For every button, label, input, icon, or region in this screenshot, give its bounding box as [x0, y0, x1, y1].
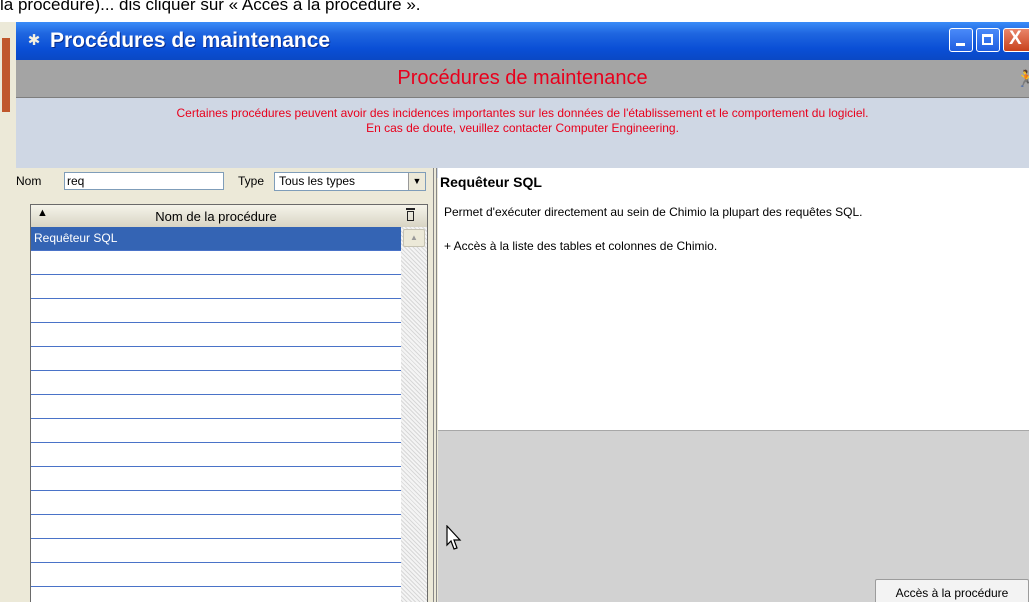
- maintenance-window: ✱ Procédures de maintenance X Procédures…: [16, 22, 1029, 602]
- detail-extra: + Accès à la liste des tables et colonne…: [444, 239, 718, 253]
- table-row[interactable]: [31, 515, 401, 539]
- nom-label: Nom: [16, 174, 42, 188]
- table-row[interactable]: [31, 467, 401, 491]
- warning-line-1: Certaines procédures peuvent avoir des i…: [176, 106, 869, 120]
- type-label: Type: [238, 174, 265, 188]
- nom-search-input[interactable]: [64, 172, 224, 190]
- table-row[interactable]: [31, 371, 401, 395]
- table-row[interactable]: [31, 563, 401, 587]
- pane-splitter[interactable]: [433, 168, 437, 602]
- type-select[interactable]: Tous les types ▼: [274, 172, 426, 191]
- document-caption: la procédure)... dis cliquer sur « Accès…: [0, 0, 421, 14]
- maximize-button[interactable]: [976, 28, 1000, 52]
- warning-line-2: En cas de doute, veuillez contacter Comp…: [366, 121, 679, 135]
- minimize-button[interactable]: [949, 28, 973, 52]
- running-man-icon: 🏃: [1016, 71, 1029, 88]
- type-select-value: Tous les types: [279, 174, 356, 188]
- detail-title: Requêteur SQL: [440, 174, 542, 190]
- table-row[interactable]: [31, 491, 401, 515]
- trash-icon[interactable]: [404, 207, 418, 223]
- table-row[interactable]: [31, 443, 401, 467]
- mouse-pointer-icon: [446, 525, 462, 550]
- vertical-scrollbar[interactable]: ▲: [401, 227, 427, 602]
- close-icon: X: [1009, 28, 1022, 49]
- gear-icon: ✱: [27, 32, 41, 49]
- column-header-nom[interactable]: Nom de la procédure: [31, 209, 401, 224]
- close-button[interactable]: X: [1003, 28, 1029, 52]
- window-title: Procédures de maintenance: [50, 29, 331, 52]
- procedure-rows: Requêteur SQL: [31, 227, 401, 602]
- header-band: Procédures de maintenance 🏃: [16, 60, 1029, 98]
- table-row[interactable]: [31, 299, 401, 323]
- page-title: Procédures de maintenance: [397, 67, 648, 89]
- warning-banner: Certaines procédures peuvent avoir des i…: [16, 98, 1029, 178]
- table-row[interactable]: [31, 395, 401, 419]
- procedure-list-pane: Nom Type Tous les types ▼ ▲ Nom de la pr…: [16, 168, 433, 602]
- table-row[interactable]: [31, 347, 401, 371]
- background-window-edge: [0, 22, 17, 602]
- action-panel: Accès à la procédure: [438, 430, 1029, 602]
- procedure-detail: Requêteur SQL Permet d'exécuter directem…: [438, 168, 1029, 430]
- table-row[interactable]: Requêteur SQL: [31, 227, 401, 251]
- scroll-up-icon[interactable]: ▲: [403, 229, 425, 247]
- table-row[interactable]: [31, 251, 401, 275]
- procedure-grid: ▲ Nom de la procédure Requêteur SQL ▲: [30, 204, 428, 602]
- chevron-down-icon[interactable]: ▼: [408, 173, 425, 190]
- acces-procedure-button[interactable]: Accès à la procédure: [875, 579, 1029, 602]
- table-row[interactable]: [31, 275, 401, 299]
- table-row[interactable]: [31, 539, 401, 563]
- table-row[interactable]: [31, 587, 401, 602]
- grid-header[interactable]: ▲ Nom de la procédure: [31, 205, 427, 228]
- title-bar[interactable]: ✱ Procédures de maintenance X: [16, 22, 1029, 60]
- table-row[interactable]: [31, 419, 401, 443]
- table-row[interactable]: [31, 323, 401, 347]
- detail-description: Permet d'exécuter directement au sein de…: [444, 205, 863, 219]
